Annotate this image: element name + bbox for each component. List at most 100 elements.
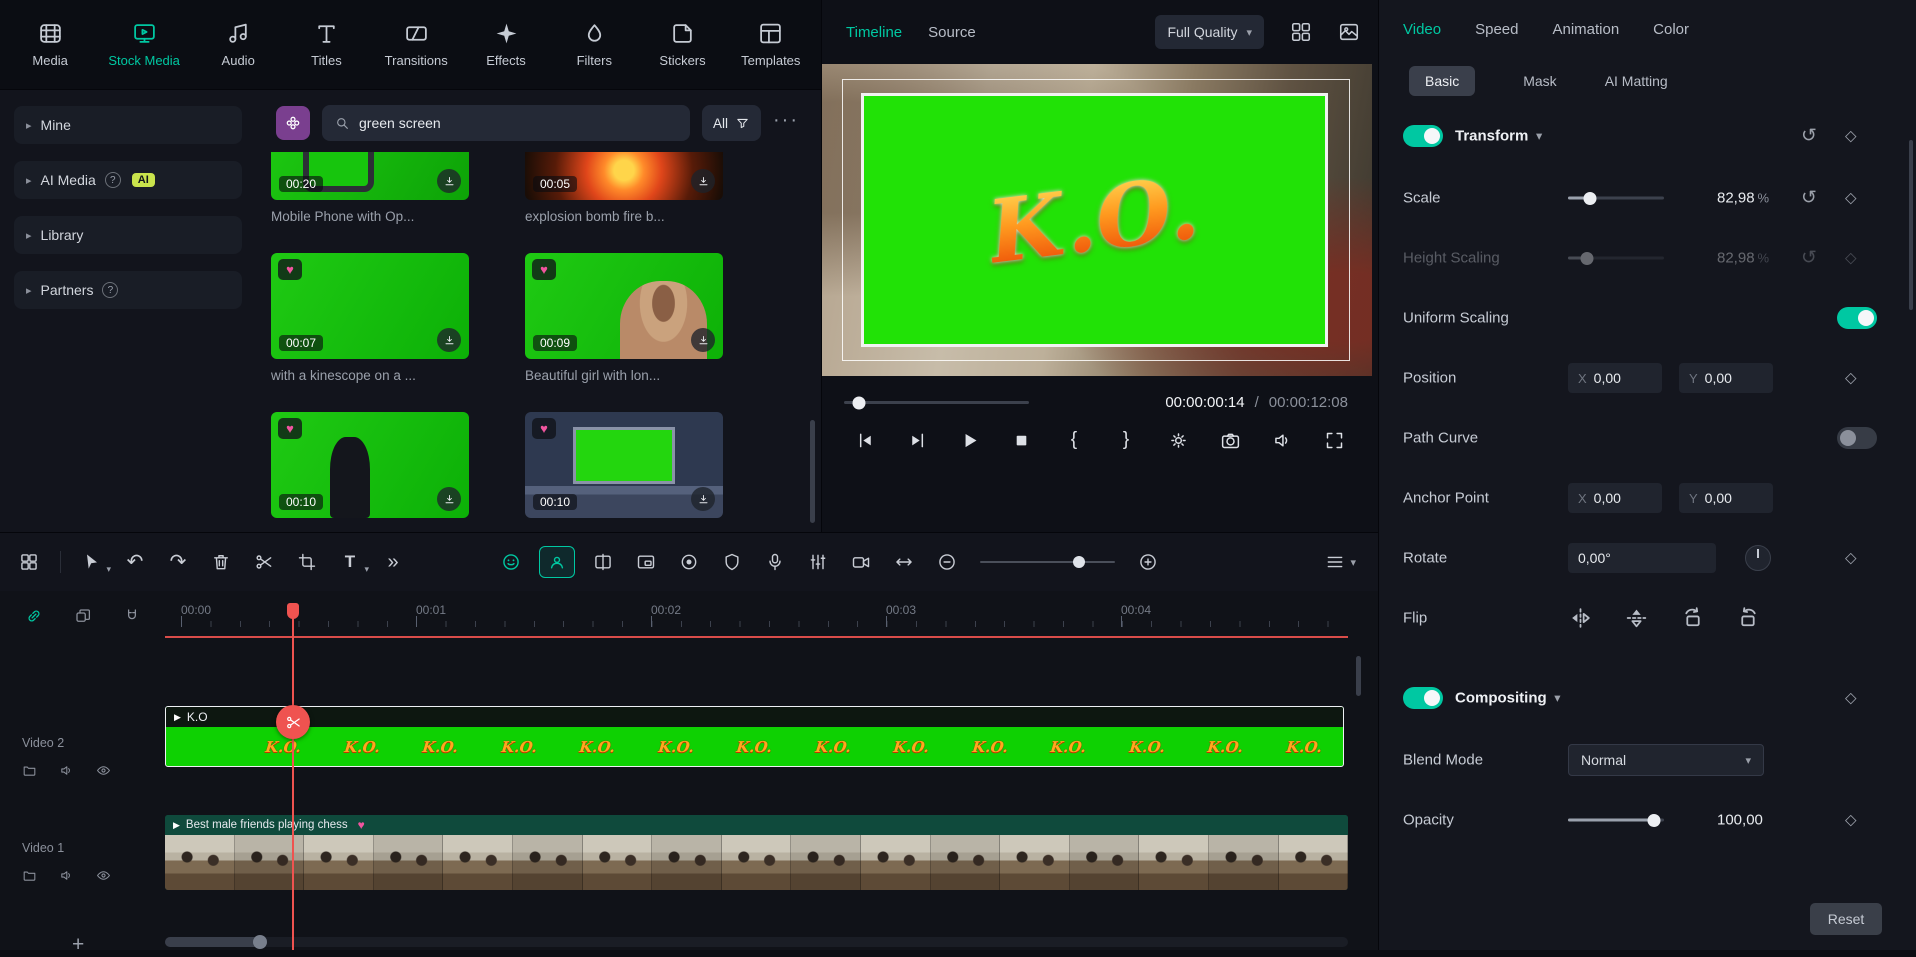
subtab-mask[interactable]: Mask xyxy=(1523,73,1556,89)
media-item[interactable]: 00:05 explosion bomb fire b... xyxy=(525,152,723,227)
mute-track-icon[interactable] xyxy=(59,868,74,883)
delete-button[interactable] xyxy=(206,547,236,577)
tab-video[interactable]: Video xyxy=(1403,21,1441,38)
sidebar-item-partners[interactable]: ▸ Partners ? xyxy=(14,271,242,309)
sidebar-item-mine[interactable]: ▸ Mine xyxy=(14,106,242,144)
subtab-basic[interactable]: Basic xyxy=(1409,66,1475,96)
record-button[interactable] xyxy=(674,547,704,577)
download-button[interactable] xyxy=(437,487,461,511)
rotate-cw-icon[interactable] xyxy=(1680,606,1705,631)
undo-button[interactable]: ↶ xyxy=(120,547,150,577)
fullscreen-button[interactable] xyxy=(1322,427,1348,453)
subtab-ai-matting[interactable]: AI Matting xyxy=(1605,73,1668,89)
flip-vertical-icon[interactable] xyxy=(1624,606,1649,631)
tab-audio[interactable]: Audio xyxy=(208,21,268,68)
magnet-icon[interactable] xyxy=(123,607,141,625)
keyframe-diamond-icon[interactable]: ◇ xyxy=(1845,371,1857,386)
compositing-toggle[interactable] xyxy=(1403,687,1443,709)
beauty-tool-button[interactable] xyxy=(496,547,526,577)
blend-mode-dropdown[interactable]: Normal▾ xyxy=(1568,744,1764,776)
shield-tool-button[interactable] xyxy=(717,547,747,577)
anchor-y-field[interactable]: Y0,00 xyxy=(1679,483,1773,513)
media-scrollbar[interactable] xyxy=(810,420,815,523)
volume-button[interactable] xyxy=(1270,427,1296,453)
timeline-ruler[interactable]: 00:00 00:01 00:02 00:03 00:04 xyxy=(165,603,1348,627)
position-x-field[interactable]: X0,00 xyxy=(1568,363,1662,393)
clip-video1-chess[interactable]: ▶ Best male friends playing chess ♥ xyxy=(165,815,1348,890)
tab-speed[interactable]: Speed xyxy=(1475,21,1518,38)
toolbox-grid-button[interactable] xyxy=(14,547,44,577)
tab-effects[interactable]: Effects xyxy=(476,21,536,68)
scale-knob[interactable] xyxy=(1584,192,1597,205)
keyframe-diamond-icon[interactable]: ◇ xyxy=(1845,191,1857,206)
previous-frame-button[interactable] xyxy=(852,427,878,453)
zoom-knob[interactable] xyxy=(1073,556,1085,568)
add-track-button[interactable]: + xyxy=(72,933,84,957)
green-screen-clip[interactable]: K.O. xyxy=(861,93,1328,347)
clip-video2-ko[interactable]: ▶ K.O K.O.K.O.K.O.K.O.K.O.K.O.K.O.K.O.K.… xyxy=(165,706,1344,767)
search-box[interactable] xyxy=(322,105,690,141)
opacity-knob[interactable] xyxy=(1648,814,1661,827)
help-icon[interactable]: ? xyxy=(105,172,121,188)
split-screen-button[interactable] xyxy=(588,547,618,577)
keyframe-diamond-icon[interactable]: ◇ xyxy=(1845,251,1857,266)
playhead-line[interactable] xyxy=(292,603,294,950)
transform-toggle[interactable] xyxy=(1403,125,1443,147)
media-source-button[interactable] xyxy=(276,106,310,140)
properties-scrollbar[interactable] xyxy=(1909,140,1913,310)
scrollbar-thumb[interactable] xyxy=(165,937,260,947)
keyframe-diamond-icon[interactable]: ◇ xyxy=(1845,813,1857,828)
mark-in-button[interactable]: { xyxy=(1061,427,1087,453)
reset-height-icon[interactable]: ↺ xyxy=(1801,249,1817,268)
mark-out-button[interactable]: } xyxy=(1113,427,1139,453)
download-button[interactable] xyxy=(437,169,461,193)
layout-grid-icon[interactable] xyxy=(1290,21,1312,43)
download-button[interactable] xyxy=(691,169,715,193)
stop-button[interactable] xyxy=(1009,427,1035,453)
tab-media[interactable]: Media xyxy=(20,21,80,68)
eye-icon[interactable] xyxy=(96,868,111,883)
tab-animation[interactable]: Animation xyxy=(1552,21,1619,38)
folder-icon[interactable] xyxy=(22,763,37,778)
media-item[interactable]: ♥ 00:07 with a kinescope on a ... xyxy=(271,253,469,386)
track-view-options[interactable]: ▾ xyxy=(1325,552,1378,572)
tab-templates[interactable]: Templates xyxy=(741,21,801,68)
more-tools-button[interactable]: » xyxy=(378,547,408,577)
play-button[interactable] xyxy=(956,427,982,453)
rotate-ccw-icon[interactable] xyxy=(1736,606,1761,631)
link-icon[interactable] xyxy=(25,607,43,625)
sidebar-item-ai-media[interactable]: ▸ AI Media ? AI xyxy=(14,161,242,199)
quality-dropdown[interactable]: Full Quality ▾ xyxy=(1155,15,1264,49)
tab-titles[interactable]: Titles xyxy=(296,21,356,68)
tab-filters[interactable]: Filters xyxy=(564,21,624,68)
reset-scale-icon[interactable]: ↺ xyxy=(1801,189,1817,208)
path-curve-toggle[interactable] xyxy=(1837,427,1877,449)
anchor-x-field[interactable]: X0,00 xyxy=(1568,483,1662,513)
sidebar-item-library[interactable]: ▸ Library xyxy=(14,216,242,254)
playback-settings-button[interactable] xyxy=(1165,427,1191,453)
auto-ripple-button[interactable] xyxy=(889,547,919,577)
zoom-out-button[interactable] xyxy=(932,547,962,577)
tab-color[interactable]: Color xyxy=(1653,21,1689,38)
tab-transitions[interactable]: Transitions xyxy=(385,21,448,68)
uniform-scaling-toggle[interactable] xyxy=(1837,307,1877,329)
scale-slider[interactable] xyxy=(1568,197,1664,200)
filter-all-button[interactable]: All xyxy=(702,105,761,141)
playhead-handle[interactable] xyxy=(287,603,299,619)
seek-bar[interactable] xyxy=(844,401,1029,404)
flip-horizontal-icon[interactable] xyxy=(1568,606,1593,631)
zoom-in-button[interactable] xyxy=(1133,547,1163,577)
more-options-button[interactable]: ··· xyxy=(773,109,805,138)
search-input[interactable] xyxy=(359,115,678,131)
download-button[interactable] xyxy=(691,328,715,352)
mute-track-icon[interactable] xyxy=(59,763,74,778)
voiceover-button[interactable] xyxy=(760,547,790,577)
timeline-horizontal-scrollbar[interactable] xyxy=(165,937,1348,947)
folder-icon[interactable] xyxy=(22,868,37,883)
media-item[interactable]: 00:20 Mobile Phone with Op... xyxy=(271,152,469,227)
tab-source[interactable]: Source xyxy=(928,24,976,41)
text-tool-button[interactable]: T▾ xyxy=(335,547,365,577)
select-tool-button[interactable]: ▾ xyxy=(77,547,107,577)
chroma-key-button[interactable] xyxy=(539,546,575,578)
audio-mixer-button[interactable] xyxy=(803,547,833,577)
